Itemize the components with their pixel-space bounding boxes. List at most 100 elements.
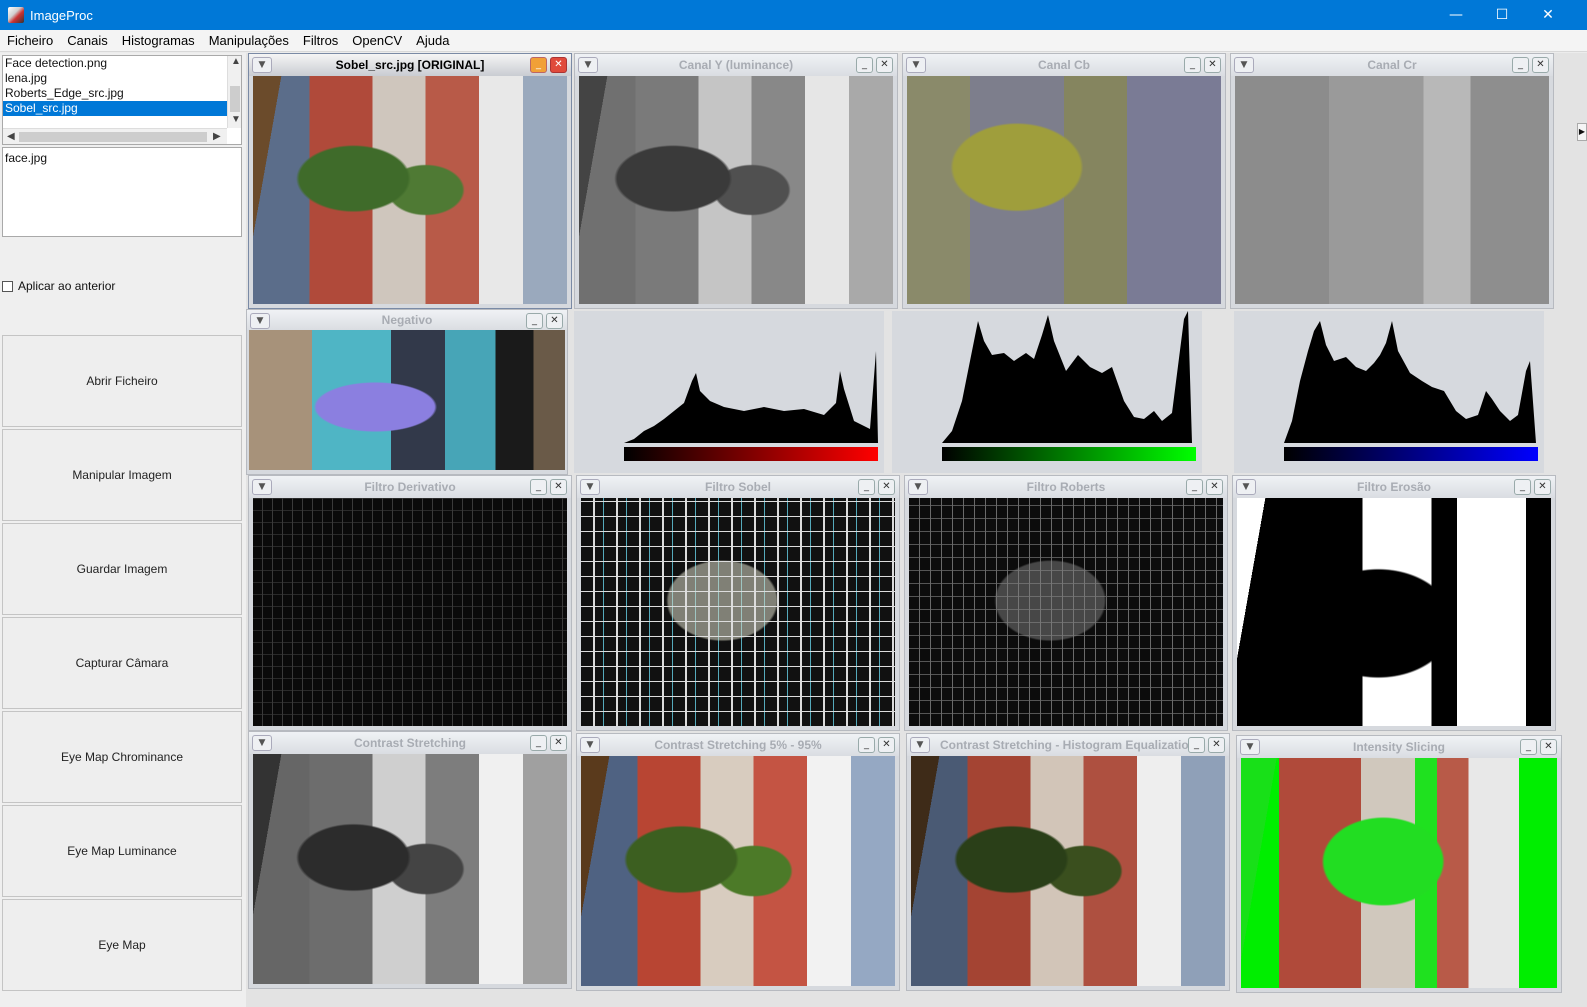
- list-item[interactable]: Roberts_Edge_src.jpg: [3, 86, 241, 101]
- minimize-icon[interactable]: _: [856, 57, 873, 73]
- frame-header[interactable]: ▼ Contrast Stretching - Histogram Equali…: [907, 734, 1229, 756]
- list-item[interactable]: Face detection.png: [3, 56, 241, 71]
- frame-contrast-histeq[interactable]: ▼ Contrast Stretching - Histogram Equali…: [906, 733, 1230, 991]
- checkbox-icon[interactable]: [2, 280, 13, 292]
- chevron-down-icon[interactable]: ▼: [252, 735, 272, 751]
- frame-header[interactable]: ▼ Contrast Stretching 5% - 95% _ ✕: [577, 734, 899, 756]
- chevron-down-icon[interactable]: ▼: [252, 479, 272, 495]
- list-item-selected[interactable]: Sobel_src.jpg: [3, 101, 227, 116]
- chevron-down-icon[interactable]: ▼: [910, 737, 930, 753]
- minimize-icon[interactable]: _: [1186, 479, 1203, 495]
- frame-header[interactable]: ▼ Filtro Roberts _ ✕: [905, 476, 1227, 498]
- close-icon[interactable]: ✕: [878, 737, 895, 753]
- menu-ajuda[interactable]: Ajuda: [409, 33, 456, 48]
- minimize-icon[interactable]: _: [530, 57, 547, 73]
- close-icon[interactable]: ✕: [1532, 57, 1549, 73]
- menu-filtros[interactable]: Filtros: [296, 33, 345, 48]
- chevron-down-icon[interactable]: ▼: [1240, 739, 1260, 755]
- close-icon[interactable]: ✕: [550, 57, 567, 73]
- chevron-down-icon[interactable]: ▼: [252, 57, 272, 73]
- chevron-down-icon[interactable]: ▼: [580, 737, 600, 753]
- chevron-down-icon[interactable]: ▼: [580, 479, 600, 495]
- save-image-button[interactable]: Guardar Imagem: [2, 523, 242, 615]
- vertical-scrollbar[interactable]: ▲ ▼: [227, 56, 241, 128]
- chevron-down-icon[interactable]: ▼: [906, 57, 926, 73]
- scroll-right-icon[interactable]: ▶: [1577, 123, 1587, 141]
- scroll-left-icon[interactable]: ◀: [7, 131, 15, 142]
- minimize-icon[interactable]: _: [1520, 739, 1537, 755]
- close-icon[interactable]: ✕: [878, 479, 895, 495]
- eye-map-chrominance-button[interactable]: Eye Map Chrominance: [2, 711, 242, 803]
- minimize-icon[interactable]: _: [1512, 57, 1529, 73]
- menu-canais[interactable]: Canais: [60, 33, 114, 48]
- frame-header[interactable]: ▼ Sobel_src.jpg [ORIGINAL] _ ✕: [249, 54, 571, 76]
- frame-header[interactable]: ▼ Canal Cb _ ✕: [903, 54, 1225, 76]
- close-button[interactable]: ✕: [1525, 0, 1571, 30]
- apply-previous-checkbox[interactable]: Aplicar ao anterior: [2, 279, 115, 293]
- close-icon[interactable]: ✕: [546, 313, 563, 329]
- list-item[interactable]: face.jpg: [5, 151, 239, 165]
- scroll-thumb[interactable]: [19, 132, 207, 142]
- minimize-icon[interactable]: _: [526, 313, 543, 329]
- frame-intensity-slicing[interactable]: ▼ Intensity Slicing _ ✕: [1236, 735, 1562, 993]
- minimize-icon[interactable]: _: [1514, 479, 1531, 495]
- minimize-button[interactable]: —: [1433, 0, 1479, 30]
- frame-header[interactable]: ▼ Negativo _ ✕: [247, 310, 567, 330]
- close-icon[interactable]: ✕: [1208, 737, 1225, 753]
- chevron-down-icon[interactable]: ▼: [250, 313, 270, 329]
- maximize-button[interactable]: ☐: [1479, 0, 1525, 30]
- menu-manipulacoes[interactable]: Manipulações: [202, 33, 296, 48]
- eye-map-button[interactable]: Eye Map: [2, 899, 242, 991]
- frame-header[interactable]: ▼ Intensity Slicing _ ✕: [1237, 736, 1561, 758]
- menu-ficheiro[interactable]: Ficheiro: [0, 33, 60, 48]
- minimize-icon[interactable]: _: [530, 735, 547, 751]
- horizontal-scrollbar[interactable]: ◀ ▶: [3, 128, 227, 144]
- close-icon[interactable]: ✕: [1534, 479, 1551, 495]
- chevron-down-icon[interactable]: ▼: [1236, 479, 1256, 495]
- list-item[interactable]: lena.jpg: [3, 71, 241, 86]
- chevron-down-icon[interactable]: ▼: [1234, 57, 1254, 73]
- minimize-icon[interactable]: _: [858, 737, 875, 753]
- menu-histogramas[interactable]: Histogramas: [115, 33, 202, 48]
- menu-opencv[interactable]: OpenCV: [345, 33, 409, 48]
- frame-negativo[interactable]: ▼ Negativo _ ✕: [246, 309, 568, 475]
- chevron-down-icon[interactable]: ▼: [578, 57, 598, 73]
- minimize-icon[interactable]: _: [530, 479, 547, 495]
- frame-canal-cr[interactable]: ▼ Canal Cr _ ✕: [1230, 53, 1554, 309]
- frame-original[interactable]: ▼ Sobel_src.jpg [ORIGINAL] _ ✕: [248, 53, 572, 309]
- file-list[interactable]: Face detection.png lena.jpg Roberts_Edge…: [2, 55, 242, 145]
- eye-map-luminance-button[interactable]: Eye Map Luminance: [2, 805, 242, 897]
- frame-filtro-sobel[interactable]: ▼ Filtro Sobel _ ✕: [576, 475, 900, 731]
- secondary-list[interactable]: face.jpg: [2, 147, 242, 237]
- close-icon[interactable]: ✕: [1206, 479, 1223, 495]
- frame-header[interactable]: ▼ Canal Cr _ ✕: [1231, 54, 1553, 76]
- close-icon[interactable]: ✕: [1204, 57, 1221, 73]
- minimize-icon[interactable]: _: [1188, 737, 1205, 753]
- frame-contrast-5-95[interactable]: ▼ Contrast Stretching 5% - 95% _ ✕: [576, 733, 900, 991]
- capture-camera-button[interactable]: Capturar Câmara: [2, 617, 242, 709]
- chevron-down-icon[interactable]: ▼: [908, 479, 928, 495]
- frame-filtro-derivativo[interactable]: ▼ Filtro Derivativo _ ✕: [248, 475, 572, 731]
- manipulate-image-button[interactable]: Manipular Imagem: [2, 429, 242, 521]
- scroll-thumb[interactable]: [230, 86, 240, 112]
- close-icon[interactable]: ✕: [550, 735, 567, 751]
- frame-canal-y[interactable]: ▼ Canal Y (luminance) _ ✕: [574, 53, 898, 309]
- close-icon[interactable]: ✕: [1540, 739, 1557, 755]
- frame-header[interactable]: ▼ Filtro Erosão _ ✕: [1233, 476, 1555, 498]
- frame-filtro-roberts[interactable]: ▼ Filtro Roberts _ ✕: [904, 475, 1228, 731]
- open-file-button[interactable]: Abrir Ficheiro: [2, 335, 242, 427]
- frame-header[interactable]: ▼ Filtro Sobel _ ✕: [577, 476, 899, 498]
- minimize-icon[interactable]: _: [858, 479, 875, 495]
- frame-header[interactable]: ▼ Canal Y (luminance) _ ✕: [575, 54, 897, 76]
- frame-header[interactable]: ▼ Contrast Stretching _ ✕: [249, 732, 571, 754]
- scroll-right-icon[interactable]: ▶: [213, 131, 221, 142]
- scroll-down-icon[interactable]: ▼: [231, 114, 241, 125]
- close-icon[interactable]: ✕: [550, 479, 567, 495]
- scroll-up-icon[interactable]: ▲: [231, 56, 241, 67]
- frame-header[interactable]: ▼ Filtro Derivativo _ ✕: [249, 476, 571, 498]
- frame-contrast-stretching[interactable]: ▼ Contrast Stretching _ ✕: [248, 731, 572, 989]
- frame-filtro-erosao[interactable]: ▼ Filtro Erosão _ ✕: [1232, 475, 1556, 731]
- minimize-icon[interactable]: _: [1184, 57, 1201, 73]
- close-icon[interactable]: ✕: [876, 57, 893, 73]
- frame-canal-cb[interactable]: ▼ Canal Cb _ ✕: [902, 53, 1226, 309]
